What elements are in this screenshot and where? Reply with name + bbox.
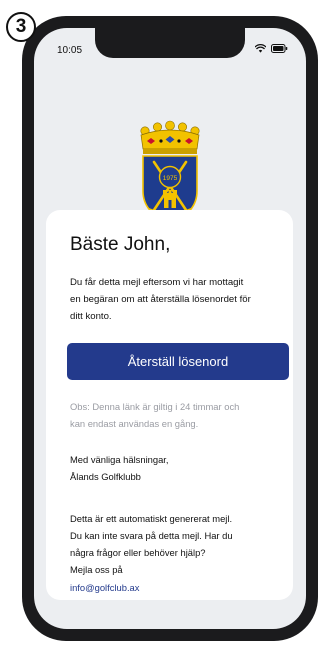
signoff-line: Ålands Golfklubb [70,471,141,482]
crest-year: 1975 [163,175,178,182]
greeting-heading: Bäste John, [70,234,171,255]
notice-line: Detta är ett automatiskt genererat mejl. [70,513,233,524]
notice-line: några frågor eller behöver hjälp? [70,547,206,558]
notice-line: Du kan inte svara på detta mejl. Har du [70,530,233,541]
phone-frame: 10:05 1975 Bäste John, Du får detta mejl… [22,16,318,641]
automated-notice: Detta är ett automatiskt genererat mejl.… [70,510,295,578]
signoff-text: Med vänliga hälsningar, Ålands Golfklubb [70,451,292,485]
note-line: kan endast användas en gång. [70,418,199,429]
reset-password-button[interactable]: Återställ lösenord [67,343,289,380]
phone-notch [95,28,245,58]
battery-icon [271,44,288,53]
notice-line: Mejla oss på [70,564,123,575]
email-card: Bäste John, Du får detta mejl eftersom v… [46,210,293,600]
wifi-icon [255,44,266,53]
phone-screen: 10:05 1975 Bäste John, Du får detta mejl… [34,28,306,629]
intro-line: ditt konto. [70,311,112,322]
intro-text: Du får detta mejl eftersom vi har mottag… [70,274,292,325]
validity-note: Obs: Denna länk är giltig i 24 timmar oc… [70,398,295,432]
status-bar-time: 10:05 [57,45,83,56]
status-bar-icons [255,44,288,53]
contact-email-link[interactable]: info@golfclub.ax [70,582,139,593]
step-number-badge: 3 [6,12,36,42]
intro-line: Du får detta mejl eftersom vi har mottag… [70,277,244,288]
note-line: Obs: Denna länk är giltig i 24 timmar oc… [70,401,240,412]
signoff-line: Med vänliga hälsningar, [70,454,169,465]
intro-line: en begäran om att återställa lösenordet … [70,294,251,305]
